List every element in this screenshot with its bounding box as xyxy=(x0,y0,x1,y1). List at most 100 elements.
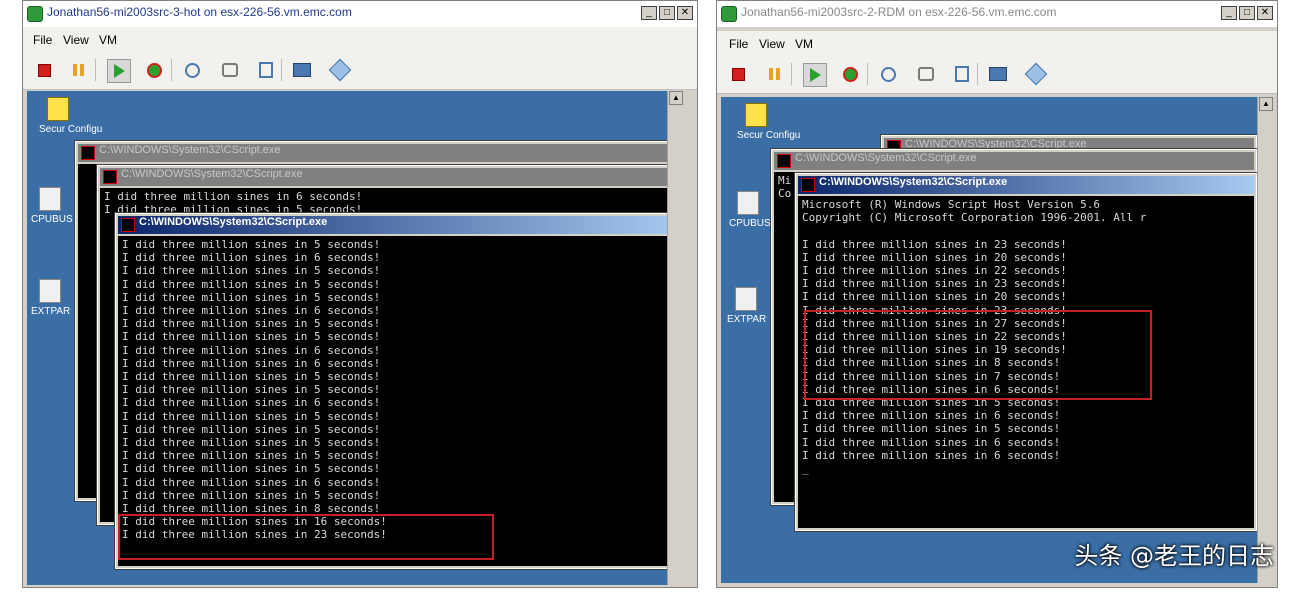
console-line: I did three million sines in 5 seconds! xyxy=(122,488,381,502)
console-line: I did three million sines in 5 seconds! xyxy=(122,449,381,463)
console-line: I did three million sines in 6 seconds! xyxy=(122,396,381,410)
cmd-icon xyxy=(801,178,815,192)
script-file-icon xyxy=(39,187,61,211)
console-line: I did three million sines in 5 seconds! xyxy=(122,238,381,251)
power-off-icon[interactable] xyxy=(33,59,55,81)
console-line: I did three million sines in 6 seconds! xyxy=(122,251,381,265)
right-vm-title: Jonathan56-mi2003src-2-RDM on esx-226-56… xyxy=(741,5,1057,19)
minimize-icon[interactable]: _ xyxy=(641,6,657,20)
desktop-icon-extpar[interactable]: EXTPAR xyxy=(31,279,81,317)
console-line: I did three million sines in 5 seconds! xyxy=(122,264,381,278)
console-line: I did three million sines in 23 seconds! xyxy=(802,277,1067,291)
snapshot-icon[interactable] xyxy=(181,59,203,81)
console-line: I did three million sines in 20 seconds! xyxy=(802,250,1067,264)
menu-vm[interactable]: VM xyxy=(795,37,813,51)
right-guest-desktop[interactable]: Secur Configu CPUBUS EXTPAR C:\WINDOWS\S… xyxy=(721,97,1273,583)
desktop-icon-extpar[interactable]: EXTPAR xyxy=(727,287,777,325)
console-line: I did three million sines in 20 seconds! xyxy=(802,290,1067,304)
left-console-front[interactable]: C:\WINDOWS\System32\CScript.exe I did th… xyxy=(114,212,683,570)
console-line: I did three million sines in 6 seconds! xyxy=(122,304,381,318)
highlight-box xyxy=(118,514,494,560)
console-line: I did three million sines in 5 seconds! xyxy=(122,277,381,291)
right-guest-scrollbar[interactable]: ▲ xyxy=(1257,97,1273,583)
minimize-icon[interactable]: _ xyxy=(1221,6,1237,20)
reset-icon[interactable] xyxy=(839,63,861,85)
suspend-icon[interactable] xyxy=(763,63,785,85)
help-icon xyxy=(745,103,767,127)
power-on-icon[interactable] xyxy=(803,63,827,87)
right-vm-window: Jonathan56-mi2003src-2-RDM on esx-226-56… xyxy=(716,0,1278,588)
menu-file[interactable]: File xyxy=(729,37,748,51)
menu-view[interactable]: View xyxy=(759,37,785,51)
power-on-icon[interactable] xyxy=(107,59,131,83)
console-line: I did three million sines in 5 seconds! xyxy=(802,422,1061,436)
console-line: Copyright (C) Microsoft Corporation 1996… xyxy=(802,211,1147,225)
console-line: I did three million sines in 5 seconds! xyxy=(122,422,381,436)
revert-snapshot-icon[interactable] xyxy=(915,63,937,85)
console-title: C:\WINDOWS\System32\CScript.exe xyxy=(795,152,977,164)
menu-vm[interactable]: VM xyxy=(99,33,117,47)
cmd-icon xyxy=(81,146,95,160)
cmd-icon xyxy=(777,154,791,168)
power-off-icon[interactable] xyxy=(727,63,749,85)
console-line: I did three million sines in 5 seconds! xyxy=(122,330,381,344)
console-line: I did three million sines in 6 seconds! xyxy=(104,190,363,203)
snapshot-icon[interactable] xyxy=(877,63,899,85)
script-file-icon xyxy=(735,287,757,311)
reset-icon[interactable] xyxy=(143,59,165,81)
scroll-up-icon[interactable]: ▲ xyxy=(669,91,683,105)
right-vm-menubar: File View VM xyxy=(717,31,1277,55)
close-icon[interactable]: ✕ xyxy=(677,6,693,20)
suspend-icon[interactable] xyxy=(67,59,89,81)
left-vm-titlebar[interactable]: Jonathan56-mi2003src-3-hot on esx-226-56… xyxy=(23,1,697,27)
console-line: I did three million sines in 5 seconds! xyxy=(122,290,381,304)
quick-switch-icon[interactable] xyxy=(328,58,352,82)
desktop-icon-security-config[interactable]: Secur Configu xyxy=(737,103,800,141)
quick-switch-icon[interactable] xyxy=(1024,62,1048,86)
script-file-icon xyxy=(39,279,61,303)
console-line: I did three million sines in 5 seconds! xyxy=(122,317,381,331)
console-line: I did three million sines in 23 seconds! xyxy=(802,237,1067,251)
left-guest-desktop[interactable]: Secur Configu CPUBUS EXTPAR C:\WINDOWS\S… xyxy=(27,91,683,585)
maximize-icon[interactable]: □ xyxy=(659,6,675,20)
console-line: I did three million sines in 6 seconds! xyxy=(802,409,1061,423)
left-vm-toolbar xyxy=(23,51,697,90)
console-title: C:\WINDOWS\System32\CScript.exe xyxy=(121,168,303,180)
snapshot-manager-icon[interactable] xyxy=(255,59,277,81)
desktop-icon-cpubus[interactable]: CPUBUS xyxy=(31,187,81,225)
console-line: I did three million sines in 6 seconds! xyxy=(122,356,381,370)
vmware-app-icon xyxy=(721,6,737,22)
snapshot-manager-icon[interactable] xyxy=(951,63,973,85)
menu-file[interactable]: File xyxy=(33,33,52,47)
left-vm-title: Jonathan56-mi2003src-3-hot on esx-226-56… xyxy=(47,5,352,19)
console-line: I did three million sines in 5 seconds! xyxy=(122,436,381,450)
console-title: C:\WINDOWS\System32\CScript.exe xyxy=(99,144,281,156)
left-vm-menubar: File View VM xyxy=(23,27,697,51)
console-line: I did three million sines in 22 seconds! xyxy=(802,264,1067,278)
maximize-icon[interactable]: □ xyxy=(1239,6,1255,20)
watermark: 头条 @老王的日志 xyxy=(1074,542,1274,570)
right-vm-titlebar[interactable]: Jonathan56-mi2003src-2-RDM on esx-226-56… xyxy=(717,1,1277,27)
console-line: _ xyxy=(802,462,809,476)
script-file-icon xyxy=(737,191,759,215)
cmd-icon xyxy=(121,218,135,232)
console-line: I did three million sines in 6 seconds! xyxy=(122,343,381,357)
right-console-front[interactable]: C:\WINDOWS\System32\CScript.exe Microsof… xyxy=(794,172,1258,532)
menu-view[interactable]: View xyxy=(63,33,89,47)
console-title: C:\WINDOWS\System32\CScript.exe xyxy=(819,176,1008,188)
console-line: I did three million sines in 6 seconds! xyxy=(122,475,381,489)
console-line: Microsoft (R) Windows Script Host Versio… xyxy=(802,198,1101,211)
revert-snapshot-icon[interactable] xyxy=(219,59,241,81)
scroll-up-icon[interactable]: ▲ xyxy=(1259,97,1273,111)
full-screen-icon[interactable] xyxy=(987,63,1009,85)
full-screen-icon[interactable] xyxy=(291,59,313,81)
console-line: I did three million sines in 5 seconds! xyxy=(122,462,381,476)
left-guest-scrollbar[interactable]: ▲ xyxy=(667,91,683,585)
desktop-icon-security-config[interactable]: Secur Configu xyxy=(39,97,102,135)
right-vm-toolbar xyxy=(717,55,1277,94)
console-output: I did three million sines in 5 seconds! I… xyxy=(118,236,680,542)
close-icon[interactable]: ✕ xyxy=(1257,6,1273,20)
console-line: I did three million sines in 5 seconds! xyxy=(122,409,381,423)
help-icon xyxy=(47,97,69,121)
